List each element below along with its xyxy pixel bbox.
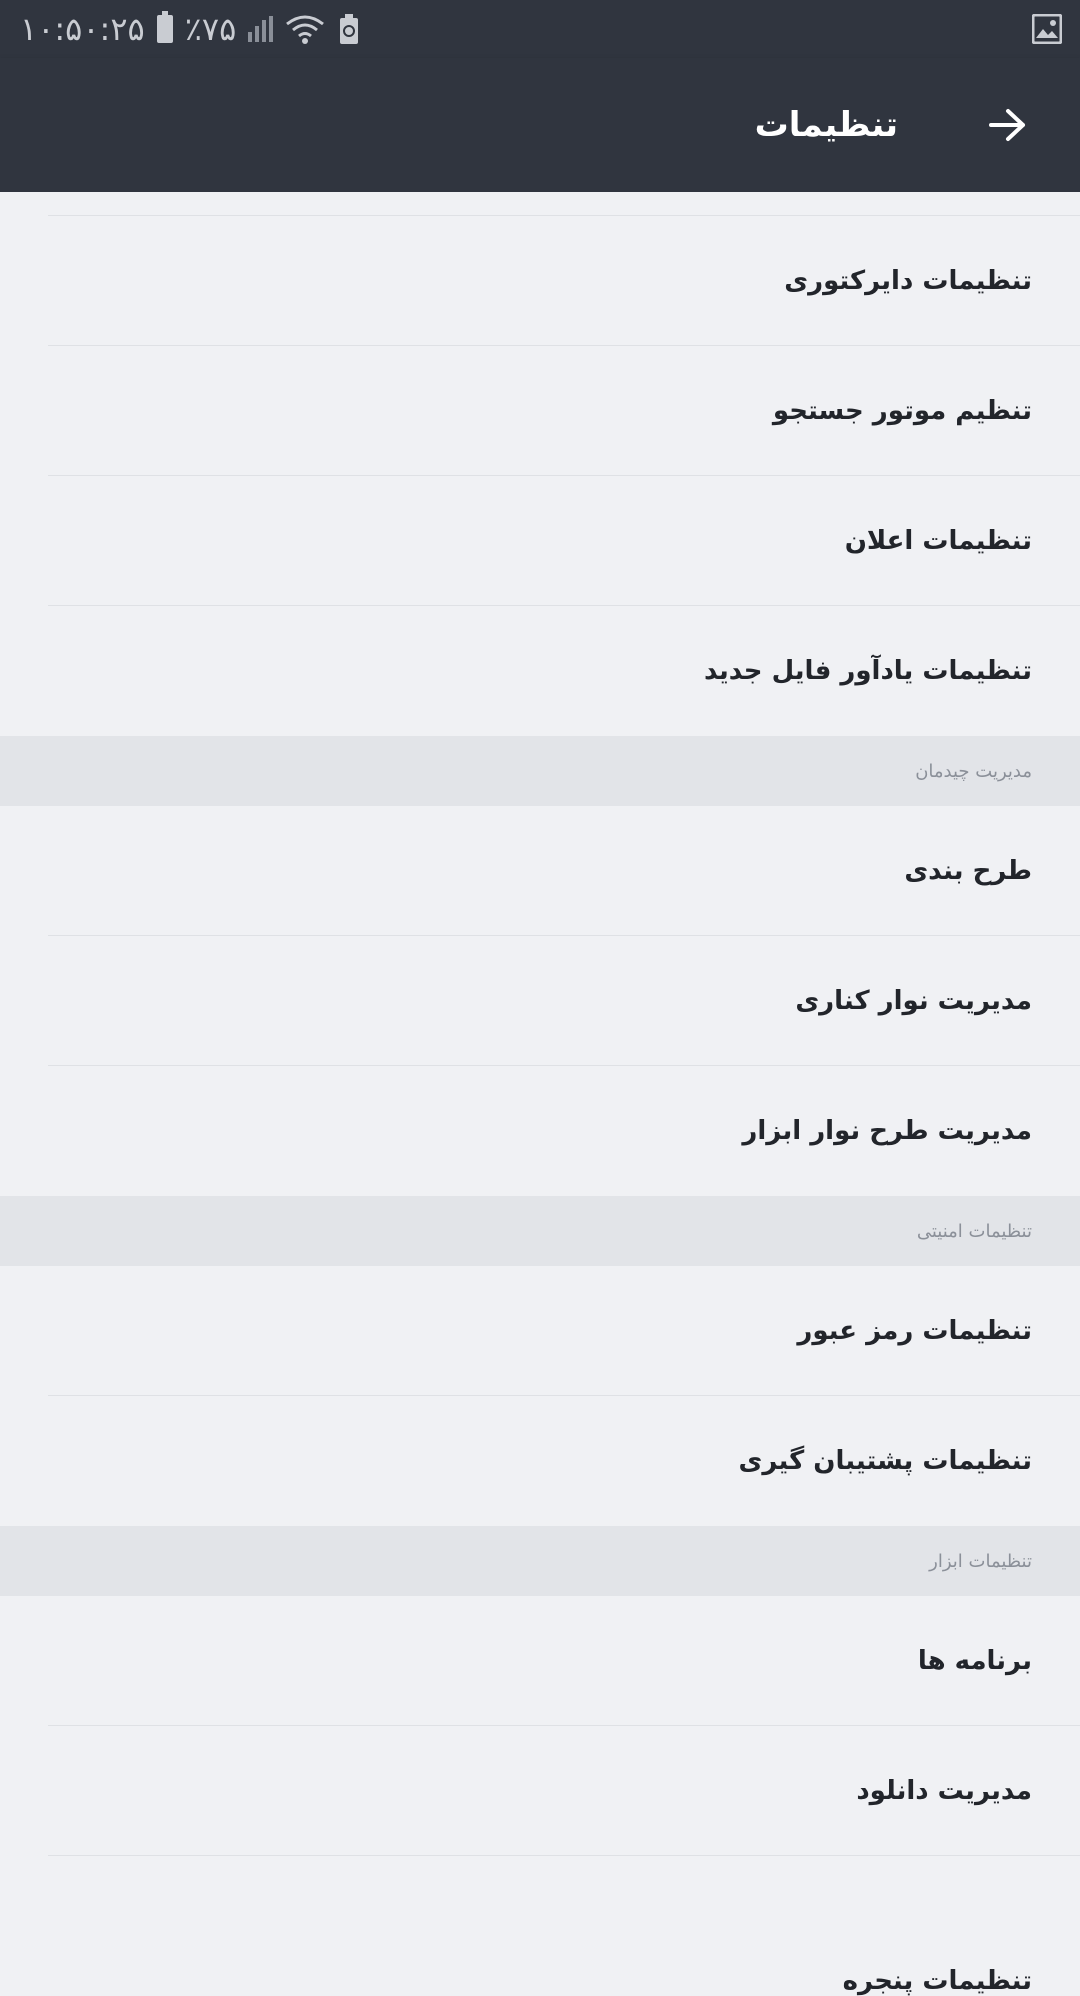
image-notification-icon — [1032, 14, 1062, 44]
battery-saver-icon — [340, 14, 359, 44]
back-button[interactable] — [984, 101, 1032, 149]
settings-item-new-file-reminder[interactable]: تنظیمات یادآور فایل جدید — [0, 606, 1080, 736]
battery-percentage: ٪۷۵ — [184, 10, 237, 48]
settings-item-label: تنظیمات رمز عبور — [797, 1316, 1032, 1346]
battery-icon — [156, 11, 173, 43]
settings-item-label: تنظیمات یادآور فایل جدید — [704, 656, 1032, 686]
section-header-security: تنظیمات امنیتی — [0, 1196, 1080, 1266]
clock: ۱۰:۵۰:۲۵ — [20, 10, 145, 48]
section-header-layout-management: مدیریت چیدمان — [0, 736, 1080, 806]
settings-item-sidebar[interactable]: مدیریت نوار کناری — [0, 936, 1080, 1066]
settings-item-search-engine[interactable]: تنظیم موتور جستجو — [0, 346, 1080, 476]
settings-item-label: تنظیمات پنجره — [842, 1966, 1032, 1996]
settings-item-layout[interactable]: طرح بندی — [0, 806, 1080, 936]
settings-item-downloads[interactable]: مدیریت دانلود — [0, 1726, 1080, 1856]
settings-item-label: مدیریت طرح نوار ابزار — [742, 1116, 1032, 1146]
section-header-label: مدیریت چیدمان — [915, 760, 1032, 782]
page-title: تنظیمات — [754, 105, 898, 145]
settings-item-label: تنظیمات پشتیبان گیری — [738, 1446, 1033, 1476]
status-left: ۱۰:۵۰:۲۵ ٪۷۵ — [20, 10, 361, 48]
app-toolbar: تنظیمات — [0, 58, 1080, 192]
section-header-label: تنظیمات امنیتی — [916, 1220, 1032, 1242]
settings-list: تنظیمات دایرکتوری تنظیم موتور جستجو تنظی… — [0, 192, 1080, 1996]
signal-icon — [248, 16, 274, 42]
settings-item-notifications[interactable]: تنظیمات اعلان — [0, 476, 1080, 606]
settings-item-apps[interactable]: برنامه ها — [0, 1596, 1080, 1726]
settings-item-label: برنامه ها — [917, 1646, 1032, 1676]
status-bar: ۱۰:۵۰:۲۵ ٪۷۵ — [0, 0, 1080, 58]
arrow-right-icon — [989, 109, 1025, 141]
settings-item-label: تنظیم موتور جستجو — [772, 396, 1032, 426]
section-header-label: تنظیمات ابزار — [929, 1550, 1032, 1572]
section-header-tools: تنظیمات ابزار — [0, 1526, 1080, 1596]
settings-item-label: تنظیمات اعلان — [844, 526, 1032, 556]
wifi-icon — [286, 15, 325, 44]
settings-item-window[interactable]: تنظیمات پنجره — [0, 1856, 1080, 1996]
list-spacer — [0, 192, 1080, 216]
settings-item-label: تنظیمات دایرکتوری — [784, 266, 1032, 296]
settings-item-label: مدیریت نوار کناری — [795, 986, 1032, 1016]
settings-item-label: مدیریت دانلود — [856, 1776, 1032, 1806]
settings-item-password[interactable]: تنظیمات رمز عبور — [0, 1266, 1080, 1396]
settings-item-toolbar-layout[interactable]: مدیریت طرح نوار ابزار — [0, 1066, 1080, 1196]
settings-item-backup[interactable]: تنظیمات پشتیبان گیری — [0, 1396, 1080, 1526]
settings-item-label: طرح بندی — [904, 856, 1032, 886]
settings-item-directory[interactable]: تنظیمات دایرکتوری — [0, 216, 1080, 346]
